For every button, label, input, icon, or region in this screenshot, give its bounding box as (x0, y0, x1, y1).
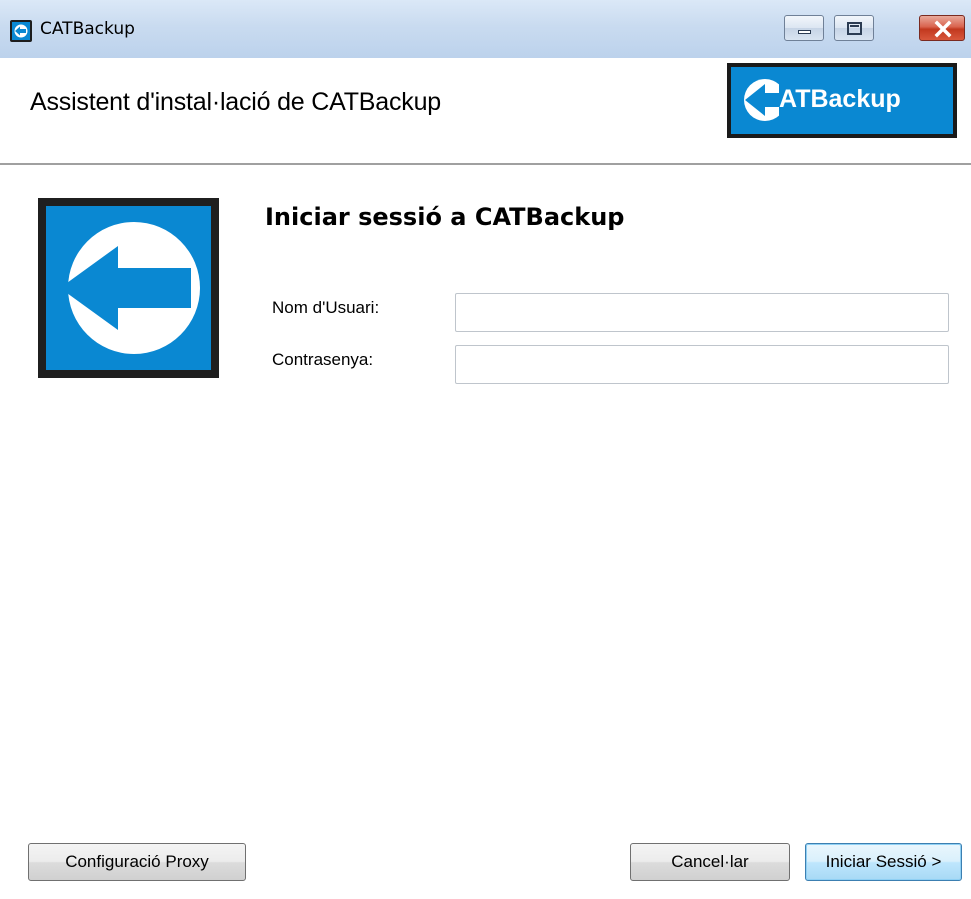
proxy-settings-button[interactable]: Configuració Proxy (28, 843, 246, 881)
login-button[interactable]: Iniciar Sessió > (805, 843, 962, 881)
minimize-icon (798, 30, 811, 34)
logo-wordmark: ATBackup (779, 85, 901, 113)
catbackup-app-icon (10, 20, 32, 42)
username-label: Nom d'Usuari: (272, 298, 380, 317)
cancel-button[interactable]: Cancel·lar (630, 843, 790, 881)
minimize-button[interactable] (784, 15, 824, 41)
window-title: CATBackup (40, 19, 135, 39)
wizard-heading: Assistent d'instal·lació de CATBackup (30, 88, 441, 116)
login-section-title: Iniciar sessió a CATBackup (265, 203, 625, 231)
password-label: Contrasenya: (272, 350, 374, 369)
window-titlebar[interactable]: CATBackup (0, 0, 971, 58)
catbackup-side-logo (38, 198, 219, 378)
close-icon (934, 20, 952, 38)
username-input[interactable] (455, 293, 949, 332)
catbackup-header-logo: ATBackup (727, 63, 957, 138)
close-button[interactable] (919, 15, 965, 41)
wizard-header: Assistent d'instal·lació de CATBackup AT… (0, 58, 971, 163)
catbackup-c-logo-icon (744, 79, 779, 121)
maximize-button[interactable] (834, 15, 874, 41)
header-divider (0, 163, 971, 165)
password-input[interactable] (455, 345, 949, 384)
maximize-icon (847, 22, 862, 35)
back-arrow-logo-icon (60, 222, 200, 354)
